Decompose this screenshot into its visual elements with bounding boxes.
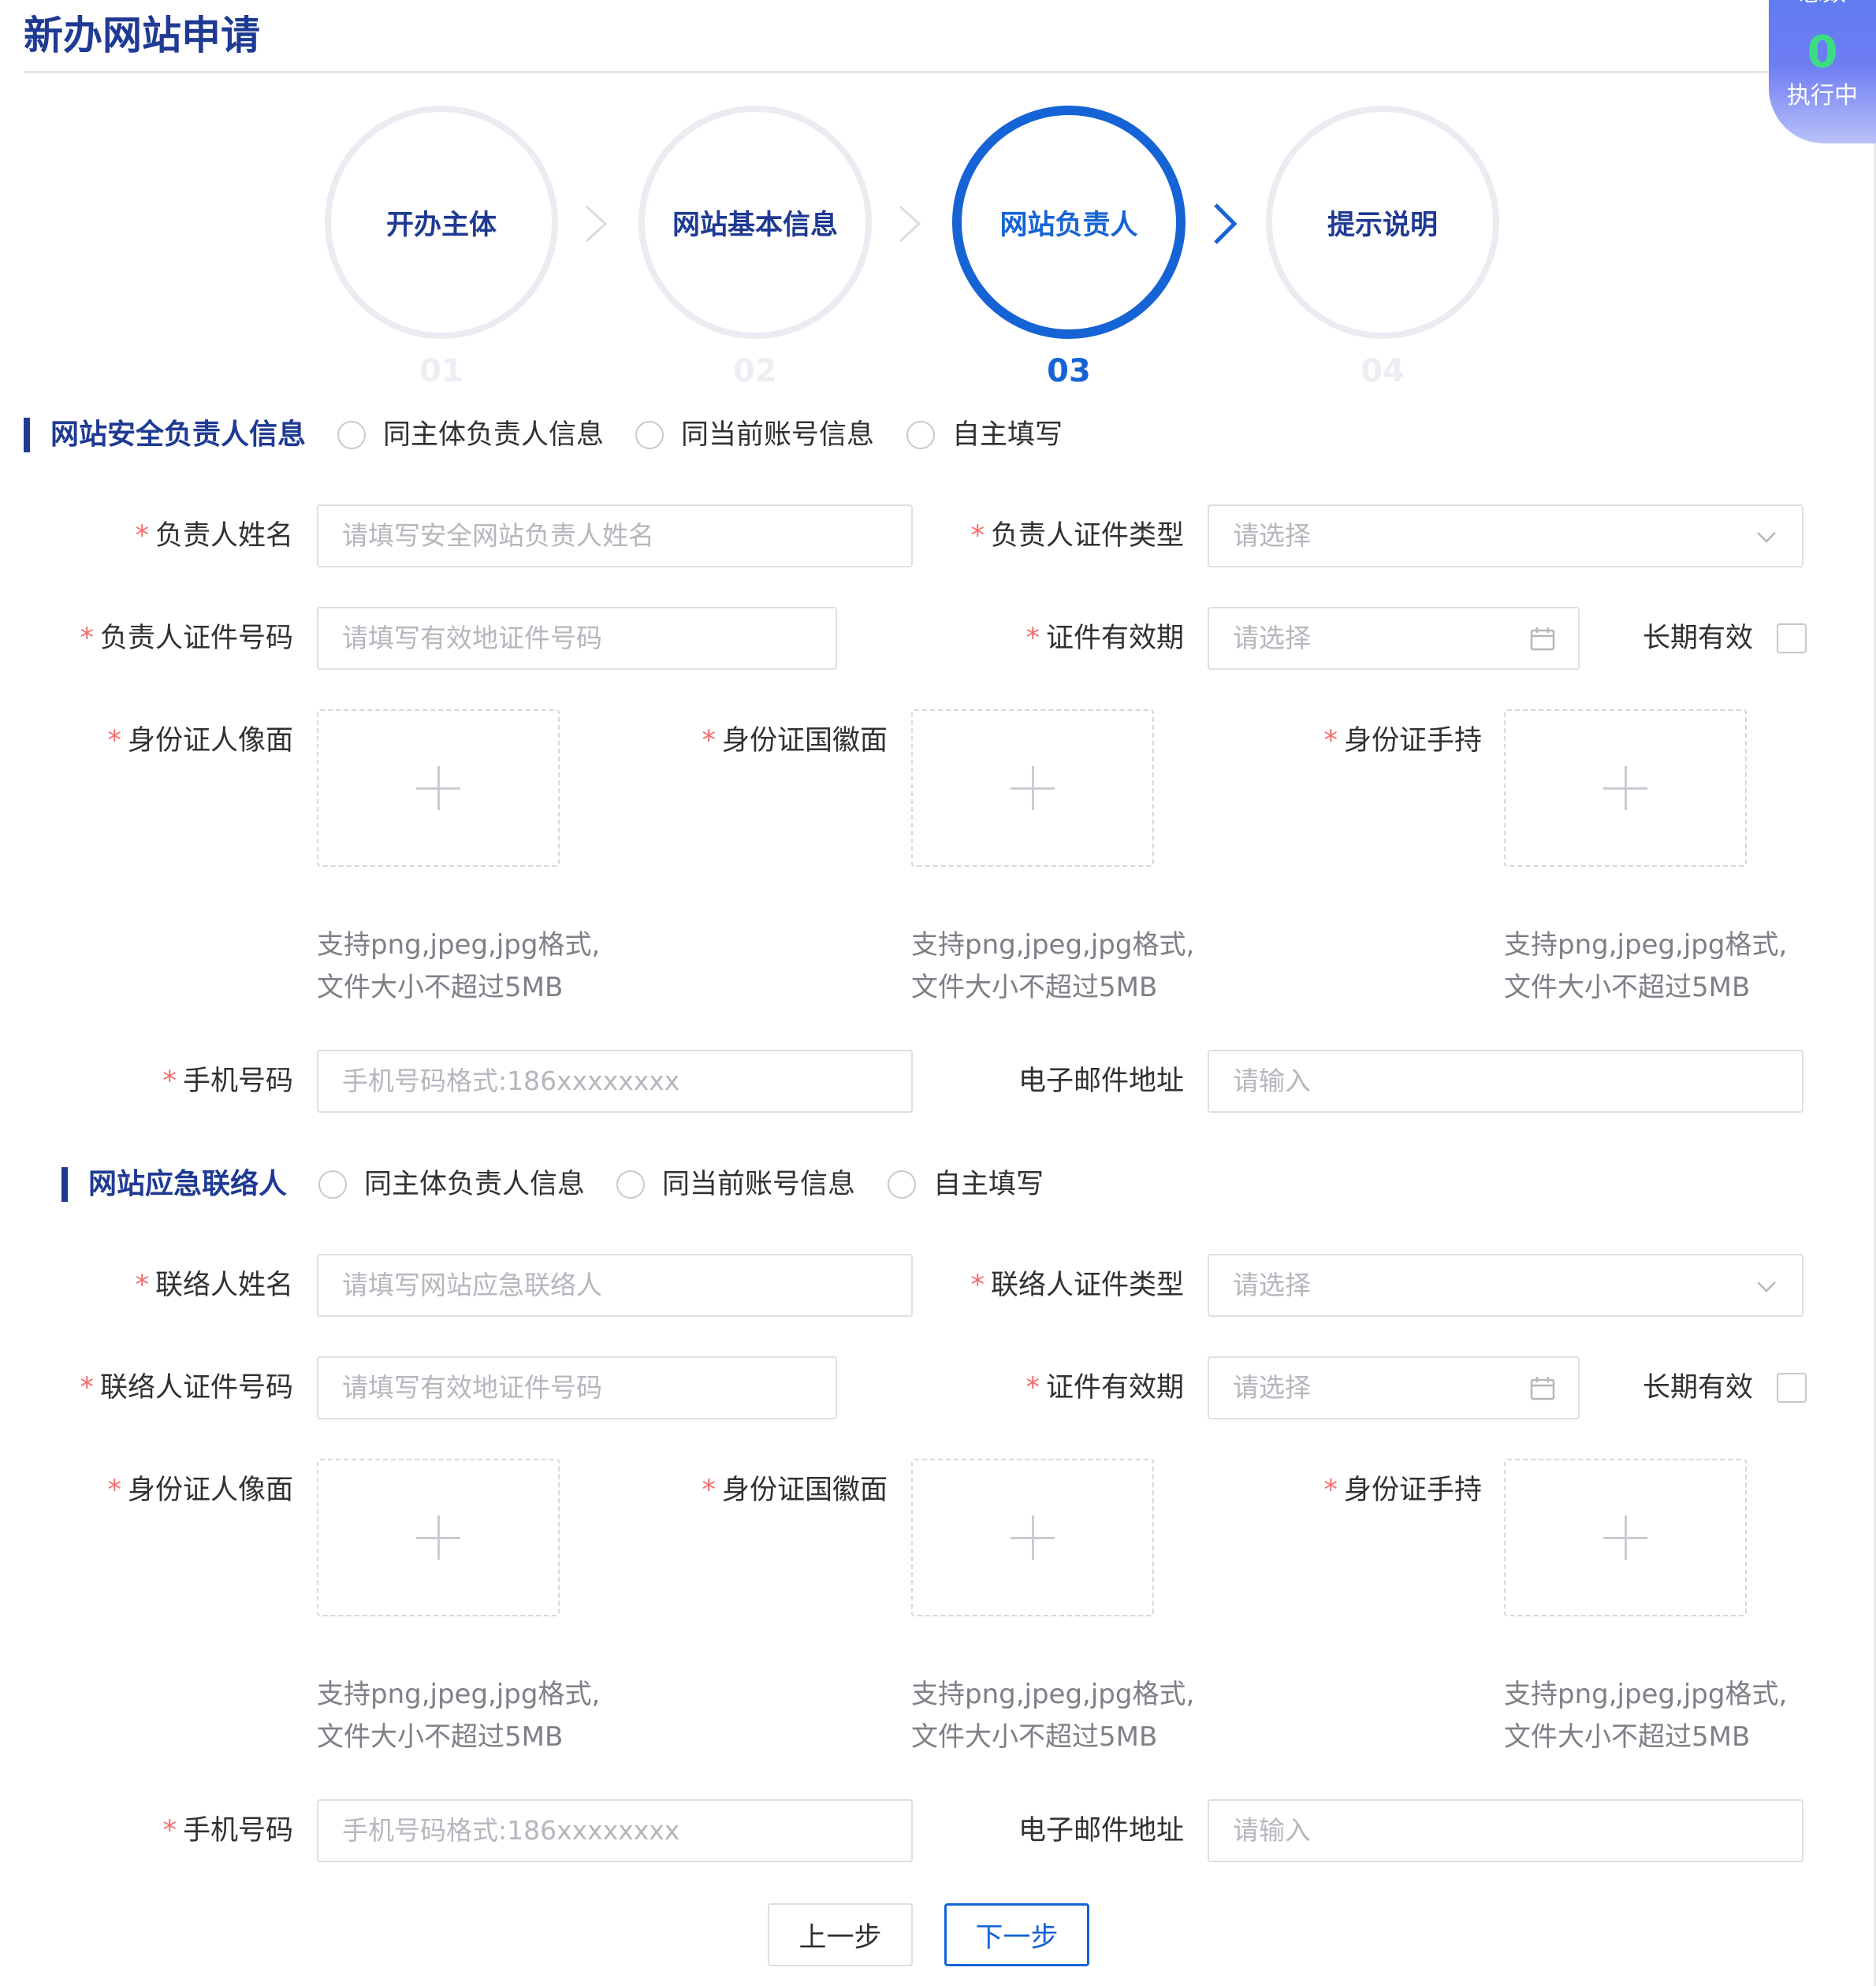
- field-label-owner-name: * 负责人姓名: [135, 520, 293, 552]
- plus-icon: [1603, 1516, 1647, 1560]
- upload-hint: 支持png,jpeg,jpg格式, 文件大小不超过5MB: [1504, 1679, 1788, 1753]
- upload-hint: 支持png,jpeg,jpg格式, 文件大小不超过5MB: [317, 929, 601, 1003]
- calendar-icon: [1530, 1377, 1555, 1400]
- radio-label[interactable]: 自主填写: [933, 1165, 1044, 1204]
- contact-cert-no-input[interactable]: 请填写有效地证件号码: [317, 1356, 837, 1419]
- step-2-label: 网站基本信息: [672, 209, 838, 241]
- section-marker: [61, 1167, 68, 1202]
- radio-label[interactable]: 同主体负责人信息: [364, 1165, 585, 1204]
- field-label-owner-id-front: * 身份证人像面: [107, 725, 293, 757]
- title-divider: [24, 71, 1852, 73]
- step-4-label: 提示说明: [1327, 209, 1438, 241]
- field-label-contact-email: 电子邮件地址: [1018, 1815, 1184, 1847]
- radio-same-as-entity[interactable]: [337, 421, 366, 449]
- radio-label[interactable]: 自主填写: [952, 415, 1063, 455]
- next-step-button[interactable]: 下一步: [944, 1903, 1089, 1966]
- radio-label[interactable]: 同当前账号信息: [662, 1165, 855, 1204]
- step-1-label: 开办主体: [385, 209, 497, 241]
- long-term-checkbox[interactable]: [1777, 1373, 1807, 1403]
- long-term-checkbox[interactable]: [1777, 623, 1807, 653]
- id-hand-upload[interactable]: [1504, 709, 1747, 867]
- upload-hint: 支持png,jpeg,jpg格式, 文件大小不超过5MB: [317, 1679, 601, 1753]
- chevron-down-icon: [1757, 1281, 1776, 1292]
- plus-icon: [416, 766, 460, 810]
- chevron-right-icon: [895, 203, 924, 244]
- task-status-label: 执行中: [1787, 82, 1858, 110]
- prev-step-button[interactable]: 上一步: [768, 1903, 913, 1966]
- radio-self-fill[interactable]: [888, 1170, 916, 1199]
- step-3-number: 03: [1047, 353, 1091, 389]
- step-2-number: 02: [733, 353, 777, 389]
- long-term-label[interactable]: 长期有效: [1608, 619, 1753, 658]
- field-label-owner-cert-type: * 负责人证件类型: [970, 520, 1184, 552]
- long-term-label[interactable]: 长期有效: [1608, 1368, 1753, 1408]
- contact-phone-input[interactable]: 手机号码格式:186xxxxxxxx: [317, 1799, 913, 1862]
- task-count-badge[interactable]: 总数 0 执行中: [1769, 0, 1876, 143]
- section-title-emergency-contact: 网站应急联络人: [88, 1168, 288, 1200]
- chevron-right-icon: [582, 203, 610, 244]
- step-3[interactable]: 网站负责人: [952, 106, 1186, 339]
- section-marker: [24, 418, 30, 452]
- task-count: 0: [1807, 27, 1838, 78]
- radio-label[interactable]: 同主体负责人信息: [383, 415, 604, 455]
- owner-email-input[interactable]: 请输入: [1208, 1050, 1803, 1113]
- page-title: 新办网站申请: [24, 13, 260, 58]
- field-label-owner-phone: * 手机号码: [162, 1066, 293, 1097]
- step-4-number: 04: [1360, 353, 1405, 389]
- id-hand-upload[interactable]: [1504, 1459, 1747, 1616]
- upload-hint: 支持png,jpeg,jpg格式, 文件大小不超过5MB: [911, 1679, 1195, 1753]
- owner-cert-type-select[interactable]: 请选择: [1208, 504, 1803, 567]
- chevron-right-icon: [1211, 202, 1239, 246]
- radio-label[interactable]: 同当前账号信息: [681, 415, 874, 455]
- field-label-owner-id-back: * 身份证国徽面: [702, 725, 888, 757]
- contact-cert-type-select[interactable]: 请选择: [1208, 1254, 1803, 1317]
- field-label-owner-validity: * 证件有效期: [1025, 623, 1184, 654]
- radio-same-as-entity[interactable]: [318, 1170, 347, 1199]
- step-3-label: 网站负责人: [999, 209, 1138, 241]
- field-label-contact-id-front: * 身份证人像面: [107, 1475, 293, 1506]
- field-label-contact-id-hand: * 身份证手持: [1323, 1475, 1482, 1506]
- field-label-contact-cert-no: * 联络人证件号码: [80, 1372, 293, 1404]
- field-label-contact-name: * 联络人姓名: [135, 1270, 293, 1301]
- contact-email-input[interactable]: 请输入: [1208, 1799, 1803, 1862]
- id-back-upload[interactable]: [911, 1459, 1154, 1616]
- calendar-icon: [1530, 627, 1555, 651]
- step-1[interactable]: 开办主体: [325, 106, 558, 339]
- field-label-owner-id-hand: * 身份证手持: [1323, 725, 1482, 757]
- id-back-upload[interactable]: [911, 709, 1154, 867]
- step-4[interactable]: 提示说明: [1266, 106, 1499, 339]
- radio-self-fill[interactable]: [906, 421, 935, 449]
- id-front-upload[interactable]: [317, 1459, 560, 1616]
- field-label-contact-cert-type: * 联络人证件类型: [970, 1270, 1184, 1301]
- step-2[interactable]: 网站基本信息: [638, 106, 872, 339]
- owner-validity-date-picker[interactable]: 请选择: [1208, 607, 1580, 670]
- task-badge-top-label: 总数: [1769, 0, 1876, 8]
- field-label-owner-cert-no: * 负责人证件号码: [80, 623, 293, 654]
- field-label-owner-email: 电子邮件地址: [1018, 1066, 1184, 1097]
- contact-name-input[interactable]: 请填写网站应急联络人: [317, 1254, 913, 1317]
- owner-phone-input[interactable]: 手机号码格式:186xxxxxxxx: [317, 1050, 913, 1113]
- radio-same-as-account[interactable]: [616, 1170, 645, 1199]
- id-front-upload[interactable]: [317, 709, 560, 867]
- upload-hint: 支持png,jpeg,jpg格式, 文件大小不超过5MB: [911, 929, 1195, 1003]
- plus-icon: [416, 1516, 460, 1560]
- contact-validity-date-picker[interactable]: 请选择: [1208, 1356, 1580, 1419]
- field-label-contact-id-back: * 身份证国徽面: [702, 1475, 888, 1506]
- plus-icon: [1603, 766, 1647, 810]
- plus-icon: [1011, 766, 1055, 810]
- plus-icon: [1011, 1516, 1055, 1560]
- chevron-down-icon: [1757, 532, 1776, 543]
- field-label-contact-validity: * 证件有效期: [1025, 1372, 1184, 1404]
- owner-cert-no-input[interactable]: 请填写有效地证件号码: [317, 607, 837, 670]
- owner-name-input[interactable]: 请填写安全网站负责人姓名: [317, 504, 913, 567]
- section-title-security-owner: 网站安全负责人信息: [50, 418, 307, 451]
- upload-hint: 支持png,jpeg,jpg格式, 文件大小不超过5MB: [1504, 929, 1788, 1003]
- radio-same-as-account[interactable]: [635, 421, 664, 449]
- step-1-number: 01: [419, 353, 463, 389]
- field-label-contact-phone: * 手机号码: [162, 1815, 293, 1847]
